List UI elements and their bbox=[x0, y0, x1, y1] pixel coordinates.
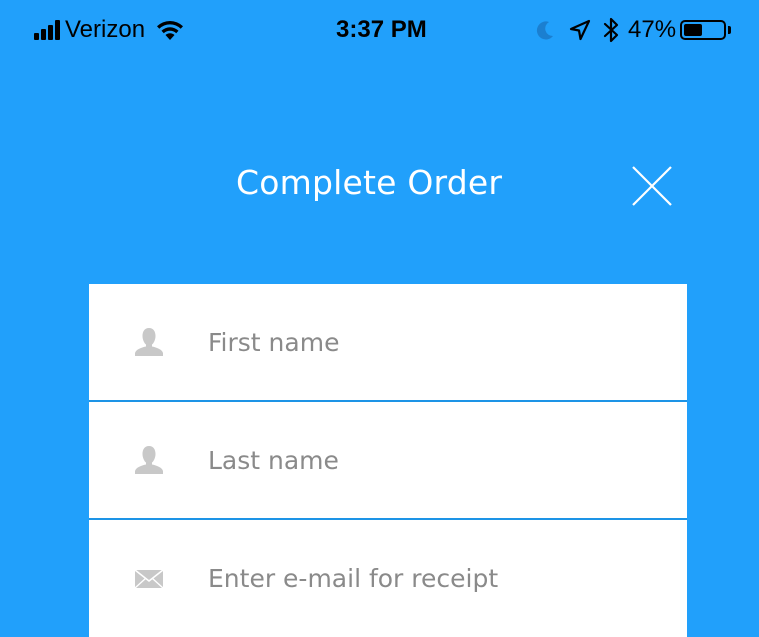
close-button[interactable] bbox=[630, 164, 674, 208]
last-name-field bbox=[89, 402, 687, 518]
location-arrow-icon bbox=[569, 19, 591, 41]
person-icon bbox=[135, 446, 163, 474]
carrier-name: Verizon bbox=[65, 16, 146, 43]
email-field bbox=[89, 520, 687, 637]
person-icon bbox=[135, 328, 163, 356]
battery-fill bbox=[684, 24, 703, 36]
first-name-field bbox=[89, 284, 687, 400]
moon-icon bbox=[536, 21, 553, 40]
page-title: Complete Order bbox=[236, 163, 503, 202]
battery-tip bbox=[728, 26, 732, 34]
first-name-input[interactable] bbox=[208, 322, 658, 362]
wifi-icon bbox=[157, 20, 184, 40]
close-icon bbox=[632, 166, 672, 206]
bluetooth-icon bbox=[603, 17, 619, 43]
envelope-icon bbox=[134, 568, 164, 589]
email-input[interactable] bbox=[208, 558, 658, 599]
status-left: Verizon bbox=[34, 14, 185, 46]
status-bar: Verizon 3:37 PM 47% bbox=[0, 0, 759, 64]
order-form bbox=[89, 284, 687, 637]
status-time: 3:37 PM bbox=[336, 16, 427, 43]
battery-icon bbox=[680, 20, 727, 40]
last-name-input[interactable] bbox=[208, 440, 658, 480]
battery-percent: 47% bbox=[628, 16, 677, 43]
signal-icon bbox=[34, 20, 60, 40]
status-right: 47% bbox=[536, 14, 732, 46]
